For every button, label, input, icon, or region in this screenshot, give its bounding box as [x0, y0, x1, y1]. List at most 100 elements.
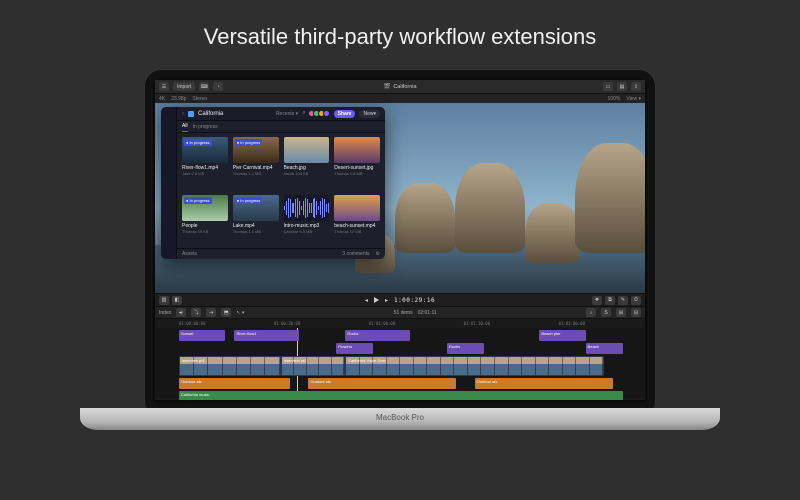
clip[interactable]: California music [179, 391, 623, 400]
audio-label: Stereo [192, 96, 207, 102]
tools-button[interactable]: ✎ [618, 296, 628, 305]
footer-assets[interactable]: Assets [182, 251, 197, 257]
app-screen: ☰ Import ⌨ ◔ 🎬 California ▭ ▤ ⇪ 4K 23.98… [155, 80, 645, 400]
asset-card[interactable]: beach-sunset.mp4Thomas 12 MB [334, 195, 380, 248]
skimmer-button[interactable]: ▥ [159, 296, 169, 305]
timeline-zoom-button[interactable]: ⊟ [631, 308, 641, 317]
view-menu[interactable]: View ▾ [626, 96, 641, 102]
asset-meta: Thomas 1.1 MB [233, 229, 279, 234]
bg-tasks-button[interactable]: ◔ [213, 82, 223, 91]
settings-icon[interactable]: ⚙ [376, 251, 380, 257]
prev-edit-button[interactable]: ◂ [365, 297, 368, 304]
keyword-button[interactable]: ⌨ [199, 82, 209, 91]
inspector-toggle-button[interactable]: ▤ [617, 82, 627, 91]
insert-clip-button[interactable]: ⤵ [191, 308, 201, 317]
transitions-button[interactable]: ⧉ [605, 296, 615, 305]
arrow-tool[interactable]: ↖ ▾ [236, 310, 244, 316]
asset-card[interactable]: Intro-music.mp3Caroline 5.5 MB [284, 195, 330, 248]
clip[interactable]: Rocks [447, 343, 484, 354]
append-clip-button[interactable]: ⇥ [206, 308, 216, 317]
asset-card[interactable]: ● In progressLake.mp4Thomas 1.1 MB [233, 195, 279, 248]
titles-track-lower: Flowers Rocks Beach [179, 343, 641, 354]
collaborator-avatars[interactable] [310, 110, 330, 117]
asset-card[interactable]: Desert-sunset.jpgThomas 1.8 MB [334, 137, 380, 190]
marketing-headline: Versatile third-party workflow extension… [0, 0, 800, 50]
avatar[interactable] [323, 110, 330, 117]
index-button[interactable]: Index [159, 310, 171, 316]
asset-card[interactable]: Beach.jpgJacob 104 KB [284, 137, 330, 190]
solo-button[interactable]: S [601, 308, 611, 317]
viewer-layout-button[interactable]: ▭ [603, 82, 613, 91]
clip[interactable]: Flowers [336, 343, 373, 354]
asset-meta: Thomas 1.2 MB [233, 171, 279, 176]
overwrite-clip-button[interactable]: ⬒ [221, 308, 231, 317]
asset-card[interactable]: ● In progressPeopleThomas 45 KB [182, 195, 228, 248]
fps-label: 23.98p [171, 96, 186, 102]
laptop-frame: ☰ Import ⌨ ◔ 🎬 California ▭ ▤ ⇪ 4K 23.98… [145, 70, 655, 410]
clip[interactable]: Beach pier [539, 330, 585, 341]
project-title: California [393, 84, 416, 90]
laptop-model-label: MacBook Pro [0, 413, 800, 422]
tab-all[interactable]: All [182, 121, 188, 132]
snapping-button[interactable]: ⊞ [616, 308, 626, 317]
zoom-percent[interactable]: 100% [608, 96, 621, 102]
clip[interactable]: Sunset [179, 330, 225, 341]
res-label: 4K [159, 96, 165, 102]
transport-bar: ▥ ◧ ◂ ▸ 1:00:29:16 ❖ ⧉ ✎ ⏱ [155, 293, 645, 307]
clip[interactable]: Outdoor sfx [308, 378, 456, 389]
asset-thumbnail: ● In progress [182, 137, 228, 163]
extension-footer: Assets 3 comments ⚙ [177, 248, 385, 259]
timeline[interactable]: Sunset River-flow1 Rocks Beach pier Flowers… [155, 328, 645, 398]
snap-button[interactable]: ◧ [172, 296, 182, 305]
extension-header: ‹ California Recents ▾ ⌕ Share New ▾ [177, 107, 385, 121]
extension-tabs: All In progress [177, 121, 385, 133]
audio-skimmer-button[interactable]: ♪ [586, 308, 596, 317]
tab-in-progress[interactable]: In progress [193, 122, 218, 132]
clip[interactable]: Outdoor sfx [179, 378, 290, 389]
audio-track-1: Outdoor sfx Outdoor sfx Outdoor sfx [179, 378, 641, 389]
import-button[interactable]: Import [173, 82, 195, 91]
clip[interactable]: River-flow1 [234, 330, 299, 341]
asset-card[interactable]: ● In progressPier Carnival.mp4Thomas 1.2… [233, 137, 279, 190]
asset-card[interactable]: ● In progressRiver-flow1.mp4Jake 2.8 MB [182, 137, 228, 190]
back-icon[interactable]: ‹ [182, 111, 184, 117]
primary-storyline: Interview pt1Interview pt2California Voi… [179, 356, 641, 376]
search-icon[interactable]: ⌕ [302, 110, 305, 117]
status-badge: ● In progress [184, 139, 212, 146]
clip[interactable]: Interview pt2 [281, 356, 346, 376]
new-button[interactable]: New ▾ [359, 110, 380, 118]
asset-meta: Caroline 5.5 MB [284, 229, 330, 234]
clip[interactable]: Interview pt1 [179, 356, 281, 376]
recents-dropdown[interactable]: Recents ▾ [276, 111, 298, 117]
asset-thumbnail [334, 195, 380, 221]
asset-thumbnail [284, 137, 330, 163]
timecode-display[interactable]: 1:00:29:16 [394, 297, 435, 304]
footer-comments[interactable]: 3 comments [342, 251, 369, 257]
titles-track-upper: Sunset River-flow1 Rocks Beach pier [179, 330, 641, 341]
extension-sidebar [161, 107, 177, 259]
clip[interactable]: Outdoor sfx [475, 378, 614, 389]
asset-meta: Thomas 1.8 MB [334, 171, 380, 176]
clip[interactable]: Beach [586, 343, 623, 354]
project-color-icon [188, 111, 194, 117]
ruler-tick: 01:01:00:00 [369, 321, 396, 326]
clip[interactable]: California Voice Over [345, 356, 604, 376]
timeline-ruler[interactable]: 01:00:00:0001:00:30:0001:01:00:0001:01:3… [155, 319, 645, 328]
effects-button[interactable]: ❖ [592, 296, 602, 305]
total-duration: 02:01:11 [418, 310, 437, 316]
ruler-tick: 01:01:30:00 [464, 321, 491, 326]
library-toggle-button[interactable]: ☰ [159, 82, 169, 91]
share-button[interactable]: ⇪ [631, 82, 641, 91]
asset-meta: Jake 2.8 MB [182, 171, 228, 176]
status-badge: ● In progress [184, 197, 212, 204]
share-button-ext[interactable]: Share [334, 110, 356, 118]
format-info-bar: 4K 23.98p Stereo 100% View ▾ [155, 94, 645, 103]
extension-asset-grid: ● In progressRiver-flow1.mp4Jake 2.8 MB●… [177, 133, 385, 248]
clip[interactable]: Rocks [345, 330, 410, 341]
retiming-button[interactable]: ⏱ [631, 296, 641, 305]
item-count: 51 items [394, 310, 413, 316]
extension-panel[interactable]: ‹ California Recents ▾ ⌕ Share New ▾ All… [161, 107, 385, 259]
connect-clip-button[interactable]: ⎆ [176, 308, 186, 317]
play-button[interactable] [374, 297, 379, 303]
next-edit-button[interactable]: ▸ [385, 297, 388, 304]
